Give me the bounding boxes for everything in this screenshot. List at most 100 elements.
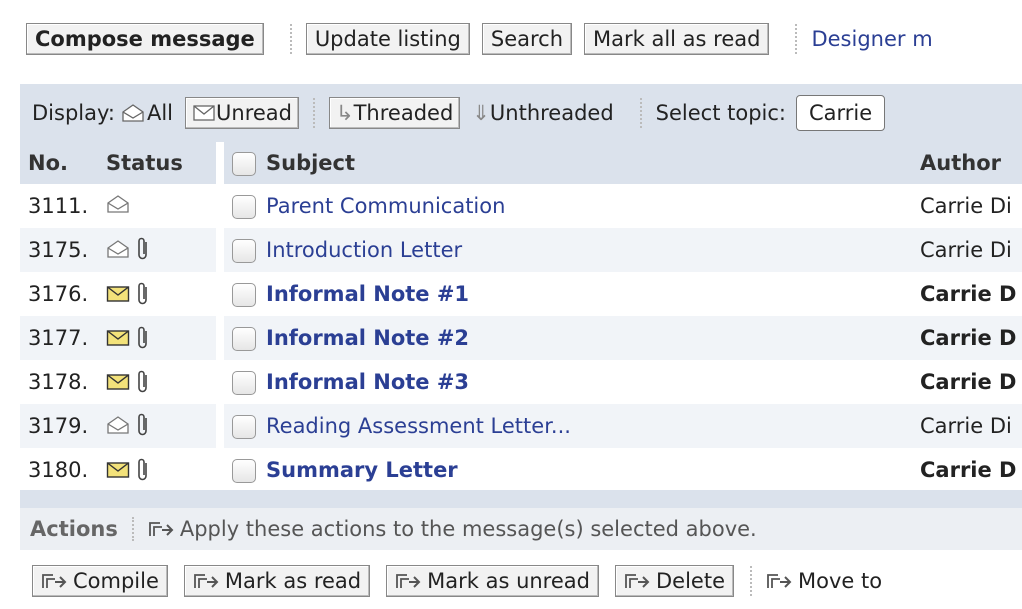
mark-as-read-label: Mark as read <box>224 569 362 593</box>
actions-description: Apply these actions to the message(s) se… <box>179 517 757 541</box>
message-status <box>98 184 216 228</box>
header-gap <box>216 142 224 184</box>
compose-message-button[interactable]: Compose message <box>26 23 264 55</box>
table-row[interactable]: 3175. Introduction Letter Carrie Di <box>20 228 1022 272</box>
select-topic-label: Select topic: <box>655 101 786 125</box>
compile-button[interactable]: Compile <box>32 565 168 597</box>
message-subject-link[interactable]: Informal Note #1 <box>266 282 469 306</box>
action-arrow-icon <box>767 574 792 588</box>
update-listing-button[interactable]: Update listing <box>305 23 470 55</box>
col-header-no[interactable]: No. <box>20 142 98 184</box>
toolbar-divider <box>289 24 292 54</box>
display-label: Display: <box>32 101 115 125</box>
row-select-checkbox[interactable] <box>232 194 256 219</box>
action-arrow-icon <box>396 574 421 588</box>
action-buttons: Compile Mark as read Mark as unread Dele… <box>32 564 882 598</box>
message-author: Carrie Di <box>912 228 1022 272</box>
row-select-checkbox[interactable] <box>232 238 256 263</box>
action-arrow-icon <box>42 574 67 588</box>
unthreaded-label: Unthreaded <box>489 101 614 125</box>
col-header-subject[interactable]: Subject <box>224 142 912 184</box>
display-all-label: All <box>146 101 174 125</box>
threaded-arrow-icon: ↳ <box>336 101 354 125</box>
unthreaded-option[interactable]: ⇓ Unthreaded <box>472 101 613 125</box>
paperclip-icon <box>138 458 147 480</box>
message-author: Carrie D <box>912 316 1022 360</box>
mark-as-unread-button[interactable]: Mark as unread <box>386 565 599 597</box>
mark-all-read-button[interactable]: Mark all as read <box>584 23 770 55</box>
table-footer-bar <box>20 490 1022 508</box>
col-header-status[interactable]: Status <box>98 142 216 184</box>
top-toolbar: Compose message Update listing Search Ma… <box>26 22 933 56</box>
select-all-checkbox[interactable] <box>232 151 256 176</box>
actions-divider <box>131 517 134 541</box>
paperclip-icon <box>138 282 147 304</box>
message-subject-link[interactable]: Introduction Letter <box>266 238 462 262</box>
paperclip-icon <box>138 326 147 348</box>
display-divider <box>313 98 315 128</box>
designer-link[interactable]: Designer m <box>811 27 932 51</box>
message-status <box>98 448 216 492</box>
down-arrow-icon: ⇓ <box>472 101 490 125</box>
row-gap <box>216 448 224 492</box>
compile-label: Compile <box>73 569 159 593</box>
message-table: No. Status Subject Author 3111. Parent Co… <box>20 142 1022 492</box>
message-number: 3175. <box>20 228 98 272</box>
table-header-row: No. Status Subject Author <box>20 142 1022 184</box>
table-row[interactable]: 3179. Reading Assessment Letter... Carrie … <box>20 404 1022 448</box>
display-all-option[interactable]: All <box>121 101 173 125</box>
display-divider <box>639 98 642 128</box>
row-gap <box>216 272 224 316</box>
message-subject-link[interactable]: Summary Letter <box>266 458 458 482</box>
message-author: Carrie D <box>920 370 1017 394</box>
table-row[interactable]: 3180. Summary Letter Carrie D <box>20 448 1022 492</box>
message-subject-cell: Introduction Letter <box>224 228 912 272</box>
row-select-checkbox[interactable] <box>232 282 256 307</box>
message-status <box>98 228 216 272</box>
table-row[interactable]: 3177. Informal Note #2 Carrie D <box>20 316 1022 360</box>
message-subject-link[interactable]: Informal Note #3 <box>266 370 469 394</box>
message-subject-link[interactable]: Reading Assessment Letter... <box>266 414 571 438</box>
message-subject-link[interactable]: Informal Note #2 <box>266 326 469 350</box>
row-select-checkbox[interactable] <box>232 414 256 439</box>
action-arrow-icon <box>193 574 219 588</box>
closed-envelope-icon <box>106 285 130 302</box>
message-subject-cell: Parent Communication <box>224 184 912 228</box>
row-select-checkbox[interactable] <box>232 458 256 483</box>
open-envelope-icon <box>107 194 129 213</box>
col-header-author[interactable]: Author <box>912 142 1022 184</box>
message-number: 3176. <box>28 282 89 306</box>
delete-label: Delete <box>655 569 725 593</box>
threaded-button[interactable]: ↳ Threaded <box>329 97 461 129</box>
table-row[interactable]: 3178. Informal Note #3 Carrie D <box>20 360 1022 404</box>
move-to-label: Move to <box>797 569 883 593</box>
display-bar: Display: All Unread ↳ Threaded ⇓ Unthrea… <box>20 84 1022 142</box>
message-status <box>98 272 216 316</box>
closed-envelope-icon <box>193 105 215 121</box>
actions-divider <box>749 566 752 596</box>
row-gap <box>216 404 224 448</box>
message-subject-cell: Informal Note #1 <box>224 272 912 316</box>
message-number: 3111. <box>28 194 89 218</box>
message-status <box>98 360 216 404</box>
row-select-checkbox[interactable] <box>232 370 256 395</box>
message-number: 3180. <box>28 458 89 482</box>
row-gap <box>216 184 224 228</box>
closed-envelope-icon <box>106 329 130 346</box>
toolbar-divider <box>795 24 798 54</box>
message-subject-cell: Informal Note #2 <box>224 316 912 360</box>
search-button[interactable]: Search <box>481 23 573 55</box>
display-unread-button[interactable]: Unread <box>185 97 299 129</box>
table-row[interactable]: 3111. Parent Communication Carrie Di <box>20 184 1022 228</box>
row-select-checkbox[interactable] <box>232 326 256 351</box>
delete-button[interactable]: Delete <box>614 565 734 597</box>
table-row[interactable]: 3176. Informal Note #1 Carrie D <box>20 272 1022 316</box>
mark-as-read-button[interactable]: Mark as read <box>183 565 371 597</box>
move-to-option[interactable]: Move to <box>766 569 882 593</box>
action-arrow-icon <box>625 574 650 588</box>
open-envelope-icon <box>107 416 129 434</box>
message-number: 3179. <box>20 404 98 448</box>
message-subject-link[interactable]: Parent Communication <box>266 194 505 218</box>
topic-select[interactable]: Carrie <box>796 95 886 131</box>
row-gap <box>216 228 224 272</box>
